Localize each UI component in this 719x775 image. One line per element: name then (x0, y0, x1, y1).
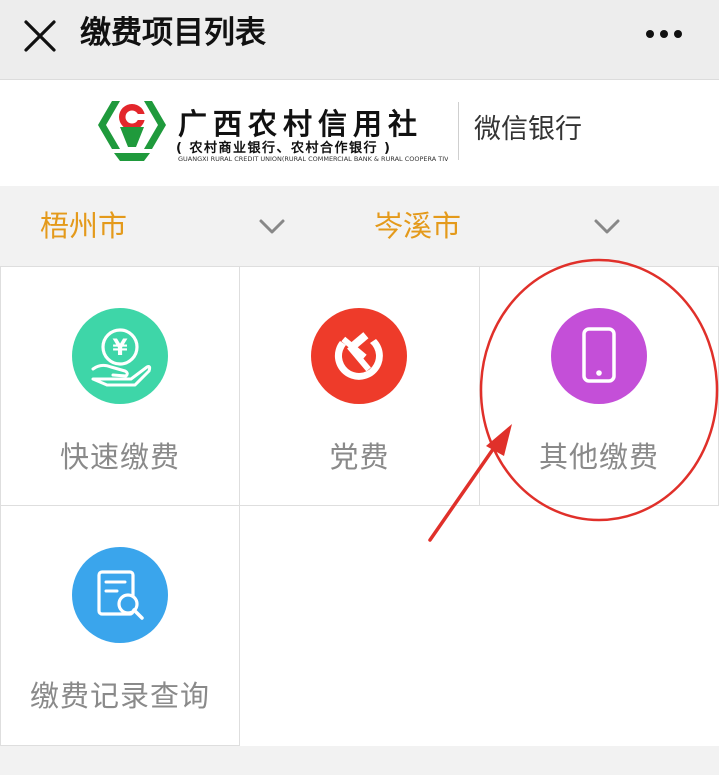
svg-text:¥: ¥ (112, 336, 128, 361)
bank-banner: 广西农村信用社 ( 农村商业银行、农村合作银行 ) GUANGXI RURAL … (0, 80, 719, 186)
record-search-icon (72, 547, 168, 643)
chevron-down-icon (259, 219, 285, 234)
hammer-sickle-icon (311, 308, 407, 404)
more-button[interactable] (638, 16, 698, 52)
tile-quick-payment[interactable]: ¥ 快速缴费 (0, 266, 240, 506)
tile-label: 党费 (329, 440, 390, 474)
region-selector-row: 梧州市 岑溪市 (0, 186, 719, 266)
chevron-down-icon (594, 219, 620, 234)
tile-payment-records[interactable]: 缴费记录查询 (0, 506, 240, 746)
grid-empty-area (240, 506, 719, 746)
tile-other-payment[interactable]: 其他缴费 (480, 266, 719, 506)
close-icon (24, 20, 56, 52)
county-label: 岑溪市 (374, 209, 462, 243)
bank-subtitle: ( 农村商业银行、农村合作银行 ) (176, 141, 392, 156)
more-icon (646, 30, 682, 38)
bank-logo-icon (98, 101, 166, 161)
city-label: 梧州市 (40, 209, 128, 243)
bank-name: 广西农村信用社 (178, 107, 424, 141)
bank-english-name: GUANGXI RURAL CREDIT UNION(RURAL COMMERC… (178, 155, 448, 163)
tile-label: 缴费记录查询 (29, 679, 210, 713)
tile-label: 其他缴费 (538, 440, 659, 474)
phone-icon (551, 308, 647, 404)
tile-label: 快速缴费 (59, 440, 180, 474)
payment-items-grid: ¥ 快速缴费 党费 其他缴费 缴费记录查询 (0, 266, 719, 746)
city-selector[interactable]: 梧州市 (0, 186, 300, 266)
service-name: 微信银行 (474, 114, 582, 145)
tile-party-fee[interactable]: 党费 (240, 266, 480, 506)
county-selector[interactable]: 岑溪市 (340, 186, 640, 266)
banner-divider (458, 102, 459, 160)
bottom-strip (0, 746, 719, 775)
close-button[interactable] (20, 16, 60, 56)
page-title: 缴费项目列表 (80, 15, 266, 51)
top-bar: 缴费项目列表 (0, 0, 719, 80)
yuan-hand-icon: ¥ (72, 308, 168, 404)
